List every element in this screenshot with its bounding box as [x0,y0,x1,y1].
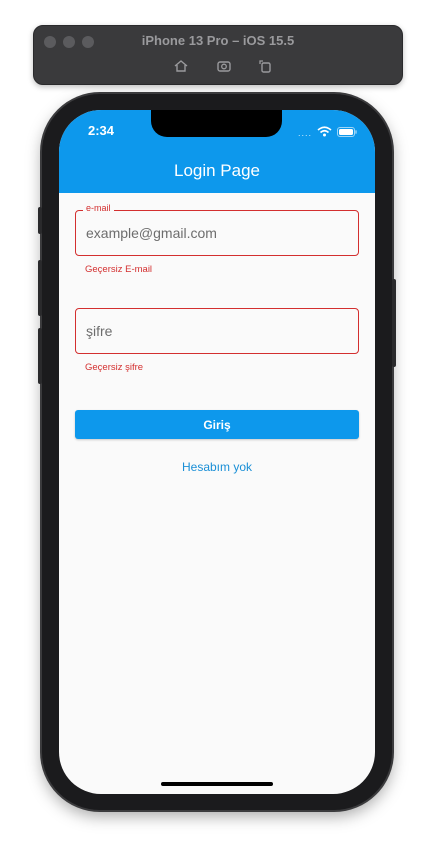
mute-switch [38,207,42,234]
phone-screen: 2:34 .... Login Page e-mail example@gmai… [59,110,375,794]
power-button [392,279,396,367]
app-bar: 2:34 .... Login Page [59,110,375,193]
email-error: Geçersiz E-mail [85,264,153,275]
wifi-icon [317,124,332,142]
volume-down-button [38,328,42,384]
screenshot-icon[interactable] [216,58,232,74]
home-icon[interactable] [173,58,189,74]
password-input[interactable] [86,309,346,353]
home-indicator [161,782,273,786]
login-button[interactable]: Giriş [75,410,359,439]
signal-dots: .... [297,128,312,138]
notch [151,110,282,137]
no-account-link[interactable]: Hesabım yok [59,460,375,474]
volume-up-button [38,260,42,316]
password-field[interactable] [75,308,359,354]
page-title: Login Page [173,161,261,180]
status-icons: .... [298,124,357,142]
email-input[interactable] [86,211,346,255]
email-field[interactable]: e-mail [75,203,359,256]
simulator-toolbar: iPhone 13 Pro – iOS 15.5 [33,25,403,85]
rotate-icon[interactable] [257,58,273,74]
password-error: Geçersiz şifre [85,362,144,373]
status-time: 2:34 [88,123,115,138]
simulator-title: iPhone 13 Pro – iOS 15.5 [141,33,295,48]
battery-icon [337,124,357,142]
